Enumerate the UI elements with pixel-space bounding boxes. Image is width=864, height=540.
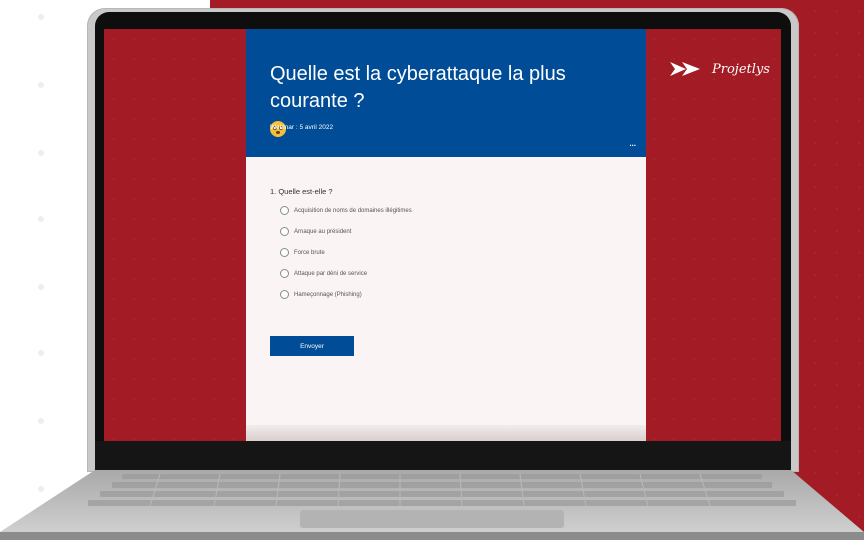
double-arrow-logo-icon (670, 62, 700, 76)
laptop-keyboard-deck (0, 470, 864, 540)
decorative-dot (38, 350, 44, 356)
more-options-button[interactable]: ... (629, 139, 636, 148)
answer-option-label: Acquisition de noms de domaines illégiti… (294, 207, 412, 214)
answer-option-label: Force brute (294, 249, 325, 256)
form-subtitle: Webinar : 5 avril 2022 (270, 124, 334, 131)
brand-logo: Projetlys (670, 61, 770, 77)
radio-button[interactable] (280, 269, 289, 278)
answer-option-label: Hameçonnage (Phishing) (294, 291, 362, 298)
radio-button[interactable] (280, 290, 289, 299)
answer-option[interactable]: Force brute (280, 248, 325, 257)
decorative-dot (38, 216, 44, 222)
answer-option-label: Arnaque au président (294, 228, 352, 235)
question-title: 1. Quelle est-elle ? (270, 187, 333, 196)
answer-option[interactable]: Hameçonnage (Phishing) (280, 290, 362, 299)
decorative-dot (38, 82, 44, 88)
radio-button[interactable] (280, 227, 289, 236)
submit-button[interactable]: Envoyer (270, 336, 354, 356)
decorative-dot (38, 418, 44, 424)
answer-option[interactable]: Arnaque au président (280, 227, 351, 236)
decorative-dot (38, 150, 44, 156)
decorative-dot (38, 284, 44, 290)
laptop-hinge (95, 441, 791, 470)
answer-option[interactable]: Acquisition de noms de domaines illégiti… (280, 206, 412, 215)
form-header: Quelle est la cyberattaque la plus coura… (246, 29, 646, 157)
form-title-text: Quelle est la cyberattaque la plus coura… (270, 63, 566, 112)
form-body: 1. Quelle est-elle ? Acquisition de noms… (246, 157, 646, 441)
trackpad (300, 510, 564, 528)
decorative-dot (38, 14, 44, 20)
brand-name: Projetlys (712, 61, 770, 77)
answer-option-label: Attaque par déni de service (294, 270, 368, 277)
radio-button[interactable] (280, 206, 289, 215)
answer-option[interactable]: Attaque par déni de service (280, 269, 367, 278)
laptop-screen: Quelle est la cyberattaque la plus coura… (104, 29, 781, 441)
radio-button[interactable] (280, 248, 289, 257)
form-footer (246, 425, 646, 441)
